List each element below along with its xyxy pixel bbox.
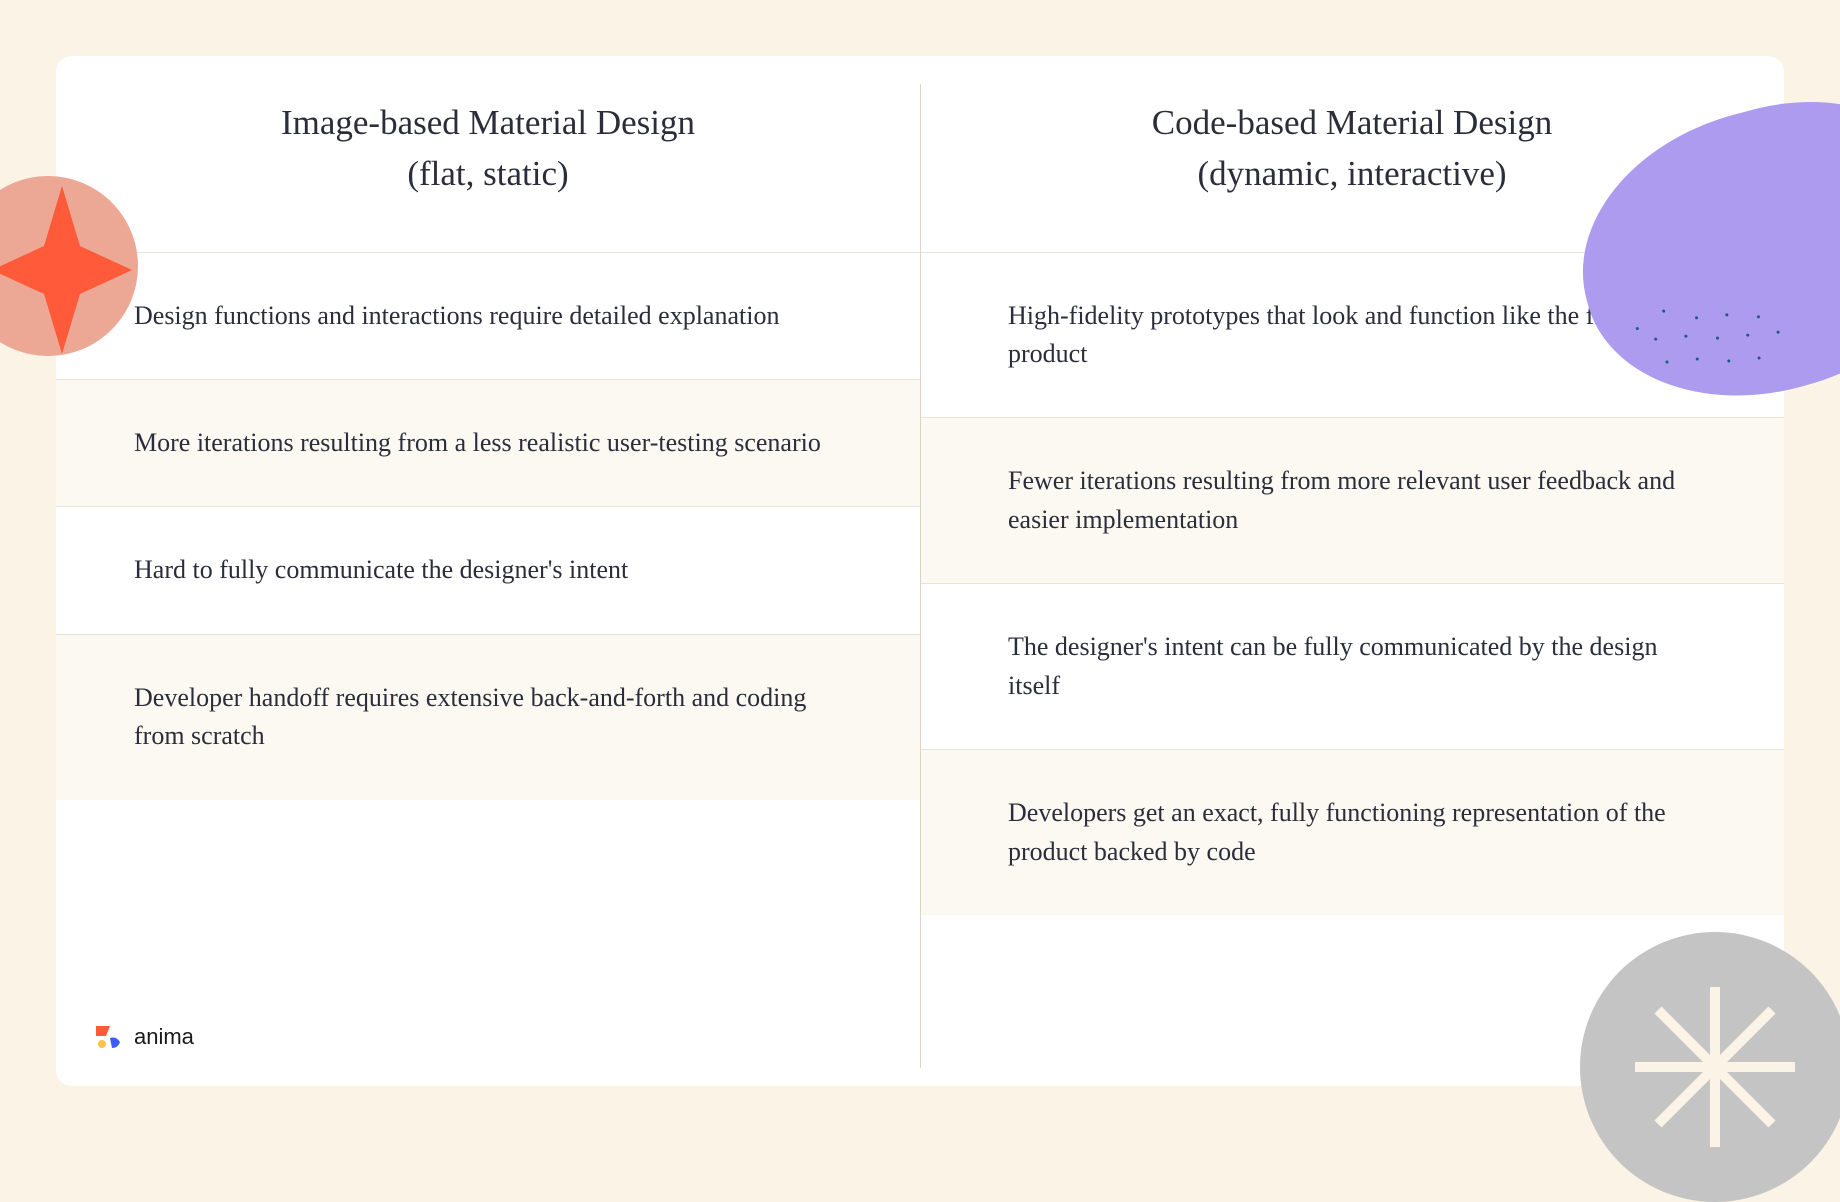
- anima-logo: anima: [94, 1022, 194, 1052]
- table-row: Hard to fully communicate the designer's…: [56, 506, 920, 633]
- left-heading-line2: (flat, static): [407, 154, 568, 193]
- asterisk-icon: [1615, 967, 1815, 1167]
- right-heading-line1: Code-based Material Design: [1152, 103, 1552, 142]
- anima-logo-text: anima: [134, 1024, 194, 1050]
- column-divider: [920, 84, 921, 1068]
- table-row: Design functions and interactions requir…: [56, 252, 920, 379]
- left-heading-line1: Image-based Material Design: [281, 103, 695, 142]
- table-row: More iterations resulting from a less re…: [56, 379, 920, 506]
- comparison-card: Image-based Material Design (flat, stati…: [56, 56, 1784, 1086]
- comparison-table: Image-based Material Design (flat, stati…: [56, 56, 1784, 1086]
- table-row: Developers get an exact, fully functioni…: [920, 749, 1784, 915]
- anima-logo-icon: [94, 1022, 124, 1052]
- decoration-star-icon: [0, 186, 132, 354]
- table-row: The designer's intent can be fully commu…: [920, 583, 1784, 749]
- left-column-header: Image-based Material Design (flat, stati…: [56, 56, 920, 252]
- left-column: Image-based Material Design (flat, stati…: [56, 56, 920, 1086]
- table-row: Developer handoff requires extensive bac…: [56, 634, 920, 800]
- table-row: Fewer iterations resulting from more rel…: [920, 417, 1784, 583]
- decoration-gray-circle: [1580, 932, 1840, 1202]
- right-heading-line2: (dynamic, interactive): [1197, 154, 1506, 193]
